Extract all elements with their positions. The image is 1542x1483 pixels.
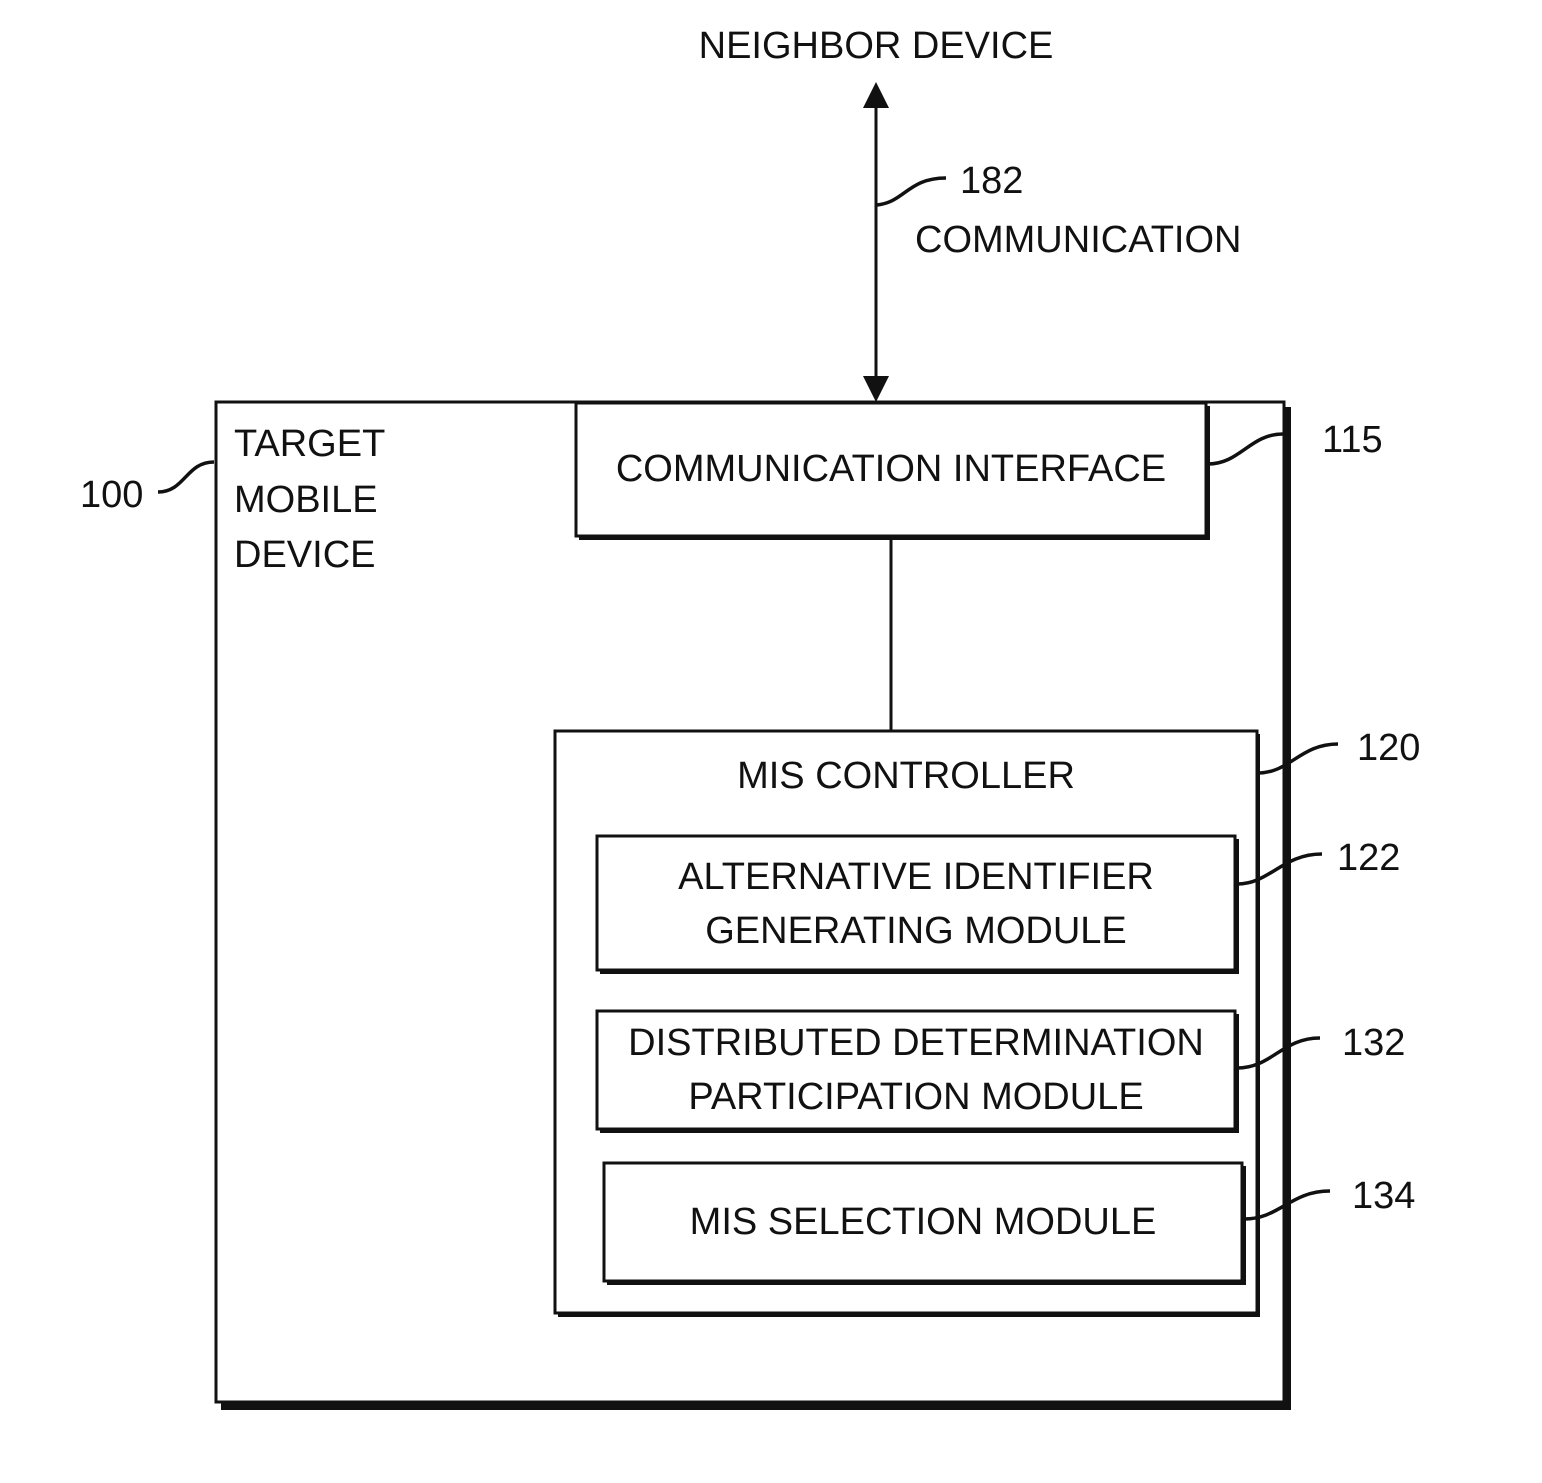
ref-122: 122 bbox=[1337, 837, 1400, 879]
arrowhead-down-icon bbox=[863, 376, 889, 402]
module-132-label-line-2: PARTICIPATION MODULE bbox=[688, 1076, 1143, 1118]
block-diagram: NEIGHBOR DEVICE 182 COMMUNICATION TARGET… bbox=[80, 25, 1420, 1410]
ref-182: 182 bbox=[960, 160, 1023, 202]
ref-115: 115 bbox=[1322, 419, 1383, 461]
leader-line-100 bbox=[157, 460, 215, 494]
module-134-label: MIS SELECTION MODULE bbox=[690, 1201, 1157, 1243]
ref-134: 134 bbox=[1352, 1175, 1415, 1217]
neighbor-device-label: NEIGHBOR DEVICE bbox=[699, 25, 1054, 67]
ref-100: 100 bbox=[80, 474, 143, 516]
target-device-label-line-2: MOBILE bbox=[234, 479, 378, 521]
target-device-label-line-1: TARGET bbox=[234, 423, 385, 465]
module-122-label-line-2: GENERATING MODULE bbox=[705, 910, 1127, 952]
ref-132: 132 bbox=[1342, 1022, 1405, 1064]
target-device-label-line-3: DEVICE bbox=[234, 534, 375, 576]
communication-arrow bbox=[863, 82, 889, 402]
leader-line-182 bbox=[876, 176, 947, 207]
ref-120: 120 bbox=[1357, 727, 1420, 769]
module-122-label-line-1: ALTERNATIVE IDENTIFIER bbox=[678, 856, 1154, 898]
arrowhead-up-icon bbox=[863, 82, 889, 108]
module-132-label-line-1: DISTRIBUTED DETERMINATION bbox=[628, 1022, 1204, 1064]
communication-interface-label: COMMUNICATION INTERFACE bbox=[616, 448, 1166, 490]
mis-controller-label: MIS CONTROLLER bbox=[737, 755, 1075, 797]
communication-link-label: COMMUNICATION bbox=[915, 219, 1242, 261]
